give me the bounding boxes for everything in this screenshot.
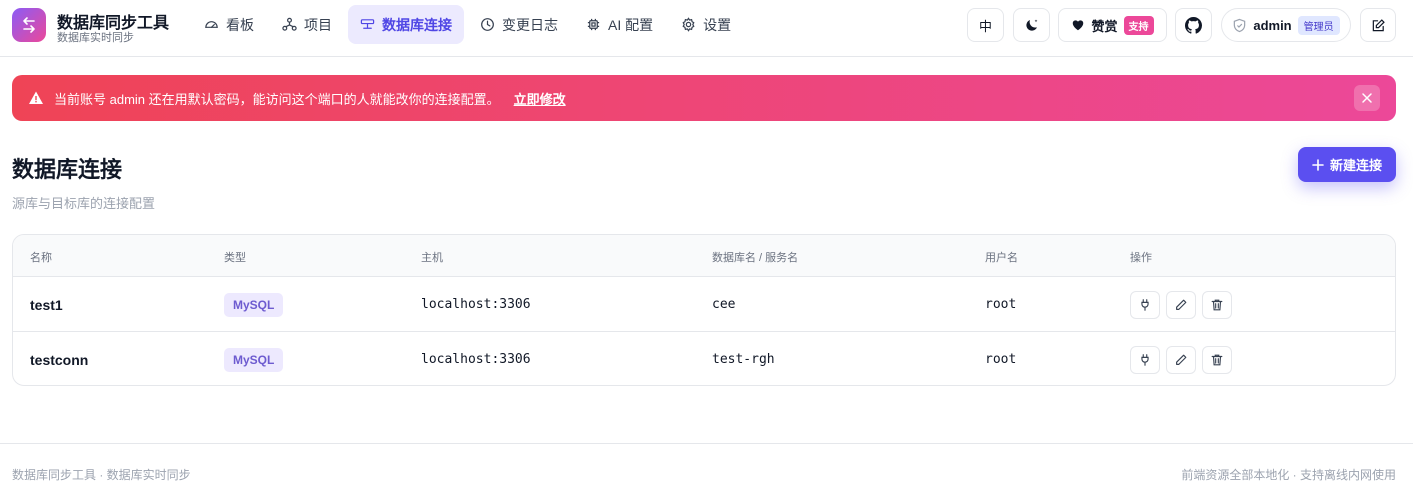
- connection-user: root: [985, 352, 1017, 367]
- hierarchy-icon: [282, 17, 297, 31]
- nav-label: 项目: [304, 16, 332, 33]
- column-header-host: 主机: [421, 252, 443, 264]
- shield-icon: [1234, 18, 1246, 32]
- github-button[interactable]: [1175, 8, 1212, 42]
- heart-icon: [1073, 20, 1084, 31]
- nav-label: 变更日志: [502, 16, 558, 33]
- default-password-alert: 当前账号 admin 还在用默认密码，能访问这个端口的人就能改你的连接配置。 立…: [12, 75, 1396, 121]
- connection-user: root: [985, 297, 1017, 312]
- nav-db-connections[interactable]: 数据库连接: [348, 5, 464, 44]
- plus-icon: [1312, 158, 1324, 171]
- db-type-badge: MySQL: [224, 292, 284, 317]
- new-connection-button[interactable]: 新建连接: [1298, 147, 1396, 182]
- nav-projects[interactable]: 项目: [270, 5, 344, 44]
- footer-divider: [0, 443, 1413, 444]
- edit-connection-button[interactable]: [1166, 290, 1196, 319]
- nav-ai-config[interactable]: AI 配置: [574, 5, 665, 44]
- nav-label: 设置: [703, 16, 732, 33]
- connection-host: localhost:3306: [421, 352, 531, 367]
- delete-connection-button[interactable]: [1202, 290, 1232, 319]
- nav-label: 数据库连接: [382, 16, 452, 33]
- user-menu[interactable]: admin 管理员: [1221, 8, 1351, 42]
- delete-connection-button[interactable]: [1202, 345, 1232, 374]
- connections-table: 名称 类型 主机 数据库名 / 服务名 用户名 操作 test1 MySQL l…: [12, 234, 1396, 386]
- gear-icon: [682, 17, 695, 32]
- top-header: 数据库同步工具 数据库实时同步 看板 项目 数据库连接 变更日志 AI 配置 设…: [0, 0, 1413, 57]
- app-logo[interactable]: [12, 8, 46, 42]
- db-type-badge: MySQL: [224, 347, 284, 372]
- table-header: 名称 类型 主机 数据库名 / 服务名 用户名 操作: [13, 235, 1395, 277]
- gauge-icon: [205, 21, 218, 28]
- table-row: testconn MySQL localhost:3306 test-rgh r…: [13, 332, 1395, 385]
- connection-name: test1: [30, 296, 63, 313]
- app-subtitle: 数据库实时同步: [57, 32, 134, 44]
- donate-button[interactable]: 赞赏 支持: [1058, 8, 1167, 42]
- test-connection-button[interactable]: [1130, 290, 1160, 319]
- row-actions: [1130, 332, 1232, 385]
- connection-host: localhost:3306: [421, 297, 531, 312]
- column-header-actions: 操作: [1130, 252, 1152, 264]
- page-subtitle: 源库与目标库的连接配置: [12, 196, 156, 211]
- connection-icon: [360, 19, 375, 29]
- nav-label: 看板: [226, 16, 254, 33]
- new-connection-label: 新建连接: [1329, 158, 1382, 173]
- language-label: 中: [978, 18, 992, 34]
- trash-icon: [1211, 299, 1223, 310]
- main-nav: 看板 项目 数据库连接 变更日志 AI 配置 设置: [192, 5, 743, 44]
- user-name: admin: [1253, 17, 1292, 33]
- table-row: test1 MySQL localhost:3306 cee root: [13, 277, 1395, 332]
- clock-icon: [481, 18, 494, 31]
- column-header-user: 用户名: [985, 252, 1018, 264]
- language-toggle[interactable]: 中: [967, 8, 1004, 42]
- connection-db: cee: [712, 297, 736, 312]
- edit-square-icon: [1372, 18, 1385, 31]
- chip-icon: [587, 18, 600, 31]
- github-icon: [1185, 16, 1202, 34]
- pencil-icon: [1176, 299, 1187, 310]
- change-password-link[interactable]: 立即修改: [514, 89, 566, 108]
- close-icon: [1362, 93, 1372, 103]
- trash-icon: [1211, 354, 1223, 365]
- column-header-type: 类型: [224, 252, 246, 264]
- column-header-name: 名称: [30, 252, 52, 264]
- warning-icon: [29, 91, 43, 104]
- alert-message: 当前账号 admin 还在用默认密码，能访问这个端口的人就能改你的连接配置。: [54, 91, 500, 107]
- footer-right-text: 前端资源全部本地化 · 支持离线内网使用: [1181, 468, 1396, 482]
- pencil-icon: [1176, 354, 1187, 365]
- nav-changelog[interactable]: 变更日志: [468, 5, 570, 44]
- edit-connection-button[interactable]: [1166, 345, 1196, 374]
- alert-close-button[interactable]: [1354, 85, 1380, 111]
- donate-label: 赞赏: [1091, 18, 1118, 34]
- nav-dashboard[interactable]: 看板: [192, 5, 266, 44]
- plug-icon: [1141, 353, 1149, 366]
- user-role-badge: 管理员: [1297, 15, 1340, 35]
- donate-badge: 支持: [1123, 15, 1154, 35]
- connection-db: test-rgh: [712, 352, 775, 367]
- sync-arrows-icon: [23, 17, 35, 33]
- moon-icon: [1025, 19, 1037, 31]
- test-connection-button[interactable]: [1130, 345, 1160, 374]
- connection-name: testconn: [30, 351, 89, 368]
- footer-left-text: 数据库同步工具 · 数据库实时同步: [12, 468, 191, 482]
- theme-toggle[interactable]: [1013, 8, 1050, 42]
- nav-label: AI 配置: [608, 16, 654, 33]
- column-header-db: 数据库名 / 服务名: [712, 252, 799, 264]
- edit-profile-button[interactable]: [1360, 8, 1396, 42]
- plug-icon: [1141, 298, 1149, 311]
- row-actions: [1130, 277, 1232, 332]
- nav-settings[interactable]: 设置: [669, 5, 743, 44]
- page-title: 数据库连接: [12, 157, 123, 182]
